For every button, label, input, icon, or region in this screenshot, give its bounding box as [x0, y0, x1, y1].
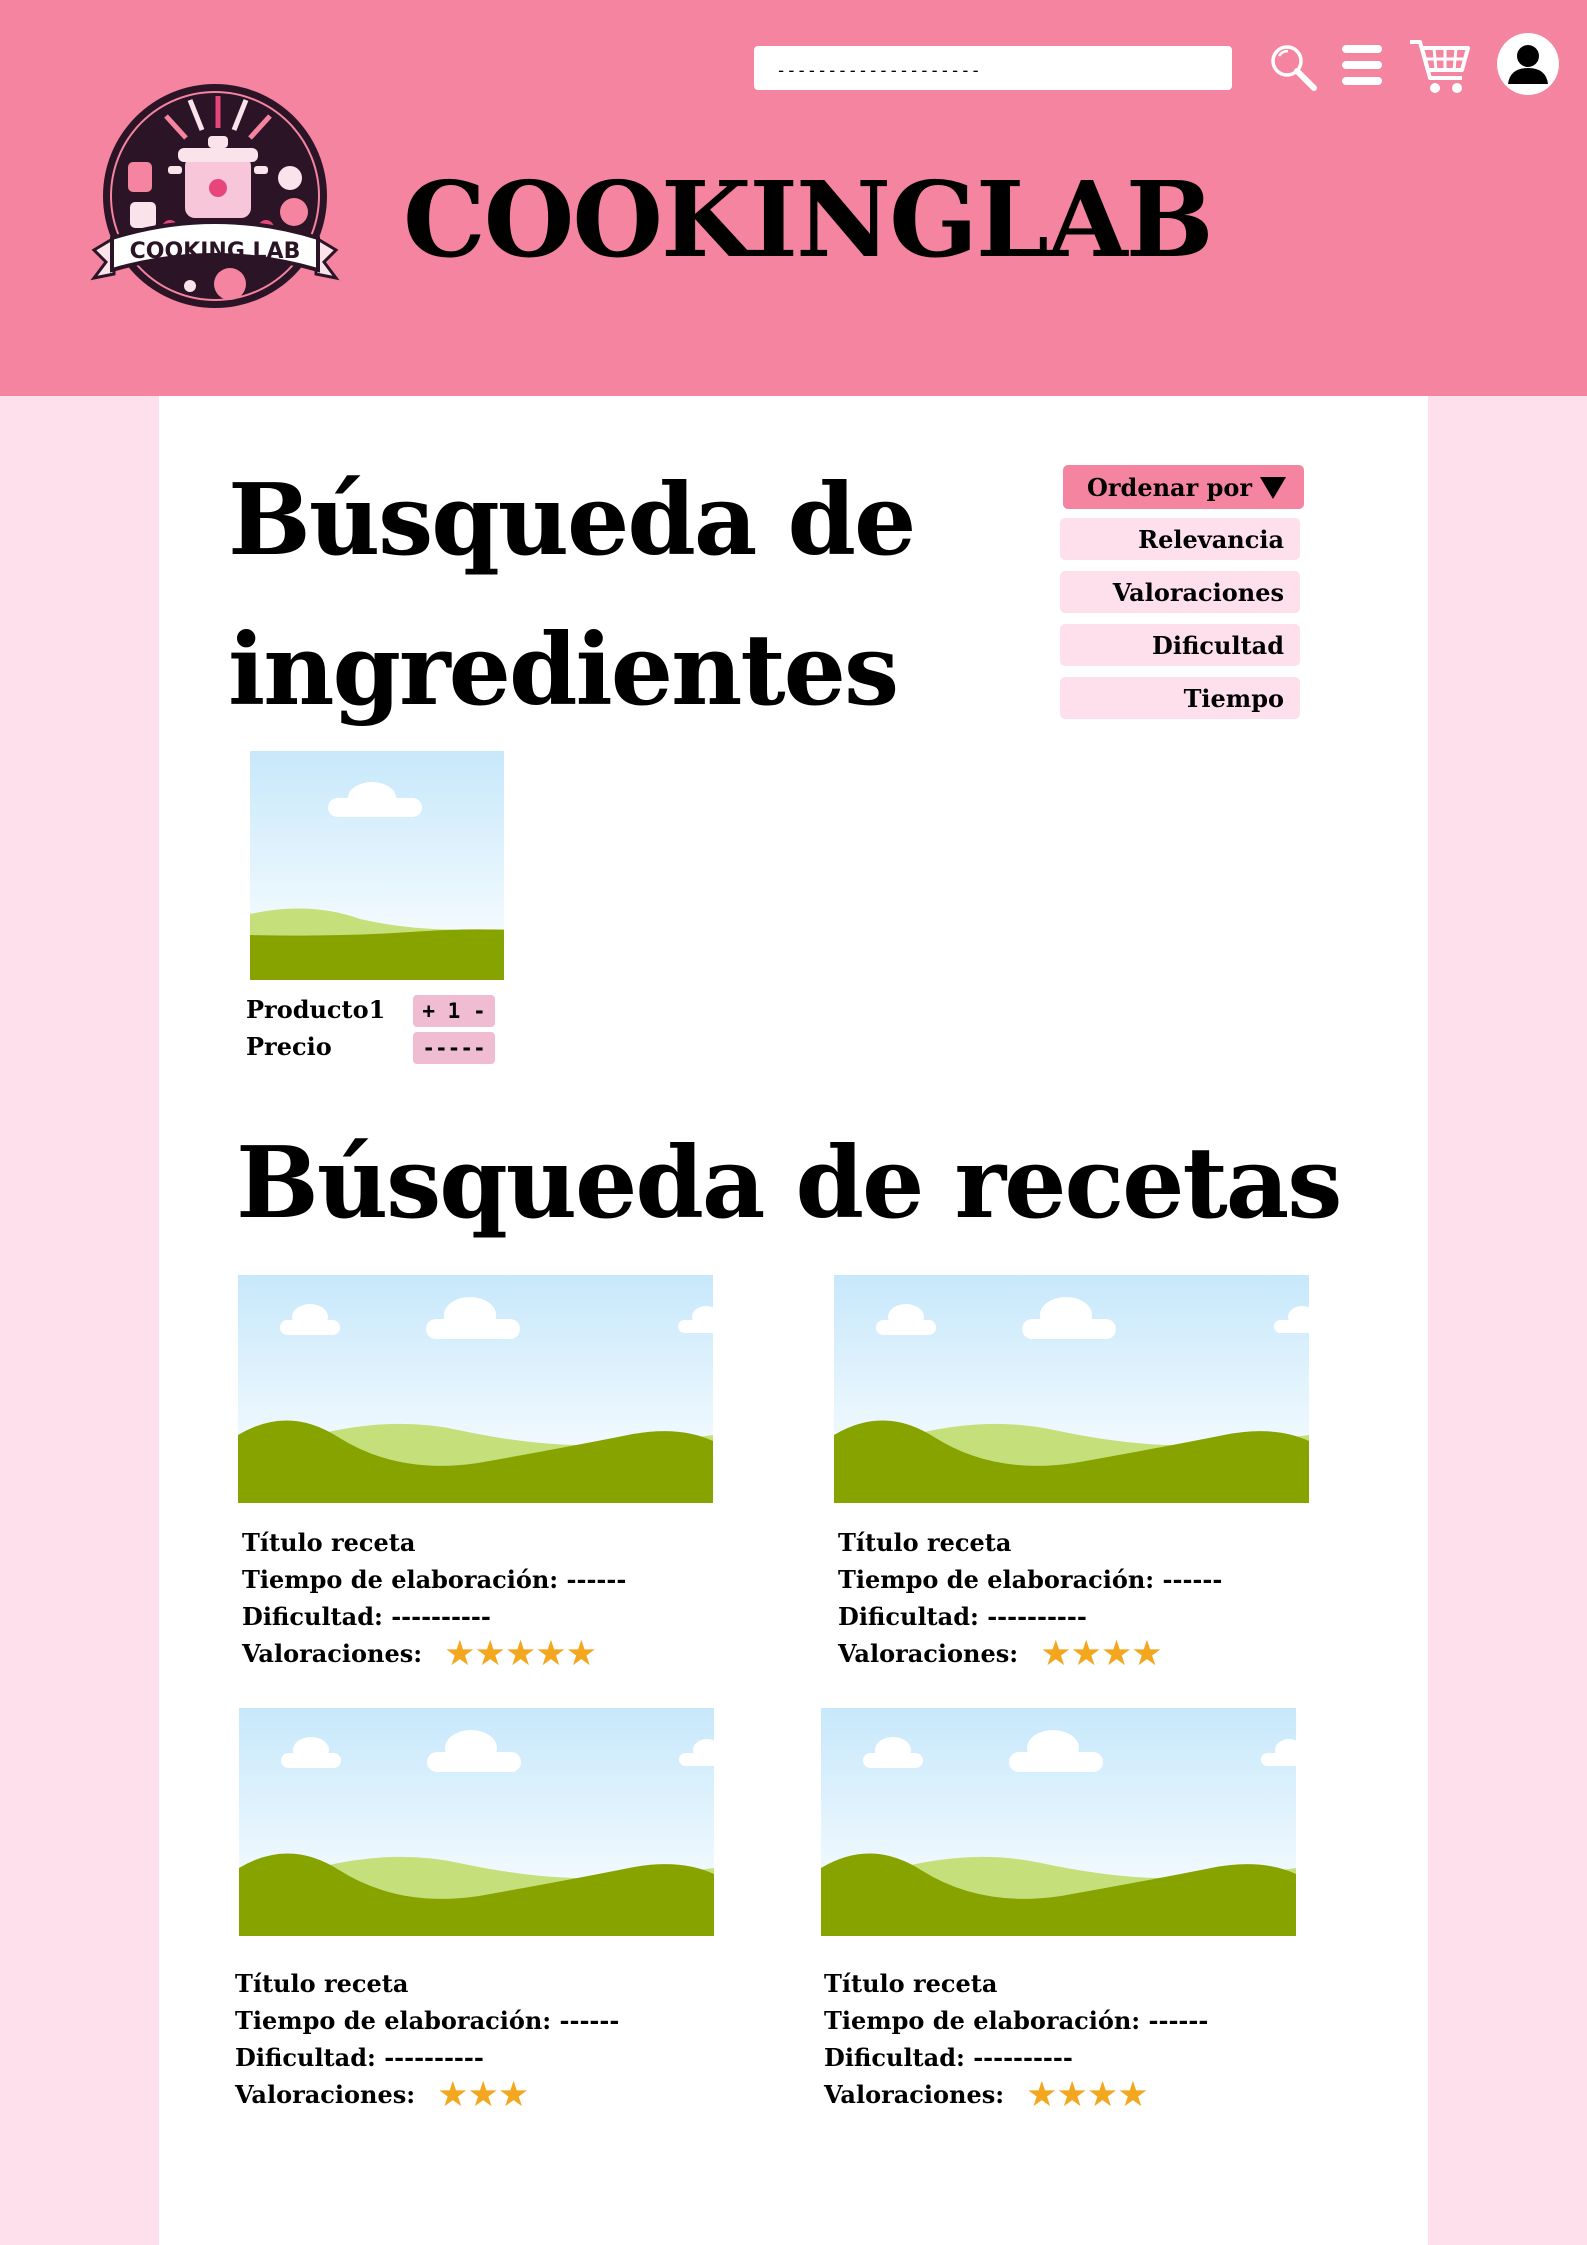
product-image[interactable]: [250, 751, 504, 980]
cart-icon[interactable]: [1408, 34, 1472, 98]
recipe-image[interactable]: [834, 1275, 1309, 1503]
quantity-stepper[interactable]: + 1 -: [413, 995, 495, 1027]
recipe-ratings: Valoraciones: ★★★★: [838, 1635, 1222, 1672]
recipe-difficulty: Dificultad: ----------: [824, 2043, 1073, 2072]
ingredients-heading: Búsqueda de ingredientes: [228, 463, 916, 728]
star-rating-icon: ★★★★★: [444, 1633, 597, 1674]
star-rating-icon: ★★★★: [1040, 1633, 1163, 1674]
triangle-down-icon: [1260, 477, 1286, 499]
recipe-ratings-label: Valoraciones:: [838, 1639, 1019, 1668]
recipe-card-info: Título receta Tiempo de elaboración: ---…: [235, 1965, 619, 2113]
brand-title: COOKINGLAB: [403, 158, 1214, 281]
sort-option-valoraciones[interactable]: Valoraciones: [1060, 571, 1300, 613]
recipe-time: Tiempo de elaboración: ------: [235, 2006, 620, 2035]
recipe-ratings-label: Valoraciones:: [235, 2080, 416, 2109]
star-rating-icon: ★★★: [437, 2074, 529, 2115]
search-input[interactable]: [754, 46, 1232, 90]
recipe-ratings: Valoraciones: ★★★★★: [242, 1635, 626, 1672]
product-name: Producto1: [246, 995, 386, 1024]
recipe-image[interactable]: [239, 1708, 714, 1936]
logo-text: COOKING LAB: [130, 239, 301, 264]
recipe-ratings-label: Valoraciones:: [824, 2080, 1005, 2109]
sort-label: Ordenar por: [1087, 472, 1253, 502]
product-price-label: Precio: [246, 1032, 332, 1061]
cooking-lab-logo: COOKING LAB: [90, 78, 340, 318]
recipes-heading: Búsqueda de recetas: [236, 1126, 1342, 1241]
sort-option-relevancia[interactable]: Relevancia: [1060, 518, 1300, 560]
product-price-value: -----: [413, 1032, 495, 1064]
recipe-title: Título receta: [824, 1969, 998, 1998]
recipe-difficulty: Dificultad: ----------: [235, 2043, 484, 2072]
recipe-ratings: Valoraciones: ★★★★: [824, 2076, 1208, 2113]
search-icon[interactable]: [1268, 42, 1318, 92]
recipe-time: Tiempo de elaboración: ------: [242, 1565, 627, 1594]
recipe-card-info: Título receta Tiempo de elaboración: ---…: [838, 1524, 1222, 1672]
recipe-ratings-label: Valoraciones:: [242, 1639, 423, 1668]
star-rating-icon: ★★★★: [1026, 2074, 1149, 2115]
recipe-difficulty: Dificultad: ----------: [838, 1602, 1087, 1631]
recipe-difficulty: Dificultad: ----------: [242, 1602, 491, 1631]
recipe-title: Título receta: [242, 1528, 416, 1557]
recipe-title: Título receta: [838, 1528, 1012, 1557]
menu-icon[interactable]: [1340, 43, 1384, 87]
recipe-time: Tiempo de elaboración: ------: [838, 1565, 1223, 1594]
sort-option-dificultad[interactable]: Dificultad: [1060, 624, 1300, 666]
recipe-image[interactable]: [821, 1708, 1296, 1936]
recipe-card-info: Título receta Tiempo de elaboración: ---…: [824, 1965, 1208, 2113]
recipe-card-info: Título receta Tiempo de elaboración: ---…: [242, 1524, 626, 1672]
recipe-image[interactable]: [238, 1275, 713, 1503]
recipe-title: Título receta: [235, 1969, 409, 1998]
sort-dropdown-button[interactable]: Ordenar por: [1063, 465, 1304, 509]
recipe-ratings: Valoraciones: ★★★: [235, 2076, 619, 2113]
recipe-time: Tiempo de elaboración: ------: [824, 2006, 1209, 2035]
sort-option-tiempo[interactable]: Tiempo: [1060, 677, 1300, 719]
user-icon[interactable]: [1496, 32, 1560, 96]
